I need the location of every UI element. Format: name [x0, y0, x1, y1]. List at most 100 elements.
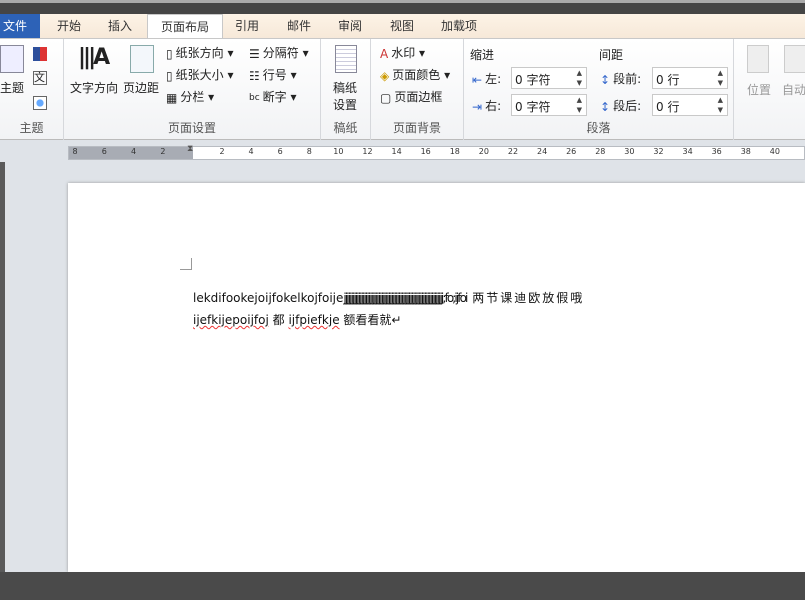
- theme-icon[interactable]: [0, 45, 24, 73]
- breaks-label: 分隔符: [262, 46, 299, 60]
- group-page-setup: |||A 文字方向 页边距 ▯ 纸张方向 ▾ ▯ 纸张大小 ▾ ▦ 分栏 ▾ ☰ 分隔符…: [64, 39, 321, 140]
- group-arrange: 位置 自动: [734, 39, 805, 140]
- theme-fonts-icon[interactable]: 文: [33, 71, 47, 85]
- ruler-tick-label: 2: [160, 147, 166, 156]
- group-paragraph: 缩进 ⇤ 左: 0 字符 ▲ ▼ ⇥ 右: 0 字符 ▲ ▼ 间距 ↕ 段前: 0 行 ▲ ▼ ↕…: [464, 39, 734, 140]
- spinner-arrows-icon[interactable]: ▲ ▼: [577, 68, 582, 88]
- manuscript-button-line1[interactable]: 稿纸: [333, 79, 357, 96]
- page-borders-icon: ▢: [380, 90, 392, 105]
- ruler-tick-label: 20: [478, 147, 489, 156]
- group-label-paragraph: 段落: [586, 121, 611, 135]
- page-color-label: 页面颜色: [392, 68, 441, 82]
- ruler-bar: [68, 146, 805, 160]
- group-manuscript: 稿纸 设置 稿纸: [321, 39, 371, 140]
- hyphenation-label: 断字: [262, 90, 287, 104]
- columns-icon: ▦: [166, 90, 178, 105]
- tab-home[interactable]: 开始: [57, 14, 81, 39]
- ruler-tick-label: 8: [306, 147, 312, 156]
- tab-addins[interactable]: 加载项: [441, 14, 477, 39]
- group-theme: 主题 文 主题: [0, 39, 64, 140]
- doc-line-2: ijefkijepoijfoj 都 ijfpiefkje 额看看就↵: [193, 311, 401, 328]
- size-label: 纸张大小: [175, 68, 224, 82]
- manuscript-icon: [335, 45, 357, 73]
- position-icon: [747, 45, 769, 73]
- tab-page-layout[interactable]: 页面布局: [147, 14, 224, 40]
- group-label-page-setup: 页面设置: [167, 121, 216, 135]
- spinner-arrows-icon[interactable]: ▲ ▼: [718, 68, 723, 88]
- tab-mailings[interactable]: 邮件: [287, 14, 311, 39]
- group-label-theme: 主题: [19, 121, 44, 135]
- document-page[interactable]: lekdifookejoijfokelkojfoijejjjjjjjjjjjjj…: [68, 183, 805, 572]
- horizontal-ruler[interactable]: 8 6 4 2 2 4 6 8 10 12 14 16 18 20 22 24 26 28 30 32 34 36 38 40…: [0, 140, 805, 162]
- indent-left-label: ⇤ 左:: [472, 70, 501, 87]
- manuscript-button-line2[interactable]: 设置: [333, 96, 357, 113]
- group-label-manuscript: 稿纸: [333, 121, 358, 135]
- ruler-tick-label: 32: [653, 147, 664, 156]
- page-color-button[interactable]: ◈ 页面颜色 ▾: [380, 66, 450, 83]
- group-label-page-background: 页面背景: [392, 121, 441, 135]
- columns-button[interactable]: ▦ 分栏 ▾: [166, 88, 214, 105]
- page-borders-button[interactable]: ▢ 页面边框: [380, 88, 442, 105]
- text-run-misspelled: ijfpiefkje: [288, 313, 340, 327]
- ribbon: 主题 文 主题 |||A 文字方向 页边距 ▯ 纸张方向 ▾ ▯ 纸张大小 ▾ ▦ 分…: [0, 38, 805, 140]
- line-numbers-button[interactable]: ☷ 行号 ▾: [249, 66, 297, 83]
- title-bar: [0, 0, 805, 14]
- ruler-tick-label: 24: [537, 147, 548, 156]
- breaks-button[interactable]: ☰ 分隔符 ▾: [249, 44, 309, 61]
- indent-left-value: 0 字符: [515, 73, 551, 87]
- tab-references[interactable]: 引用: [235, 14, 259, 39]
- ruler-tick-label: 14: [391, 147, 402, 156]
- text-run: jjjjjjjjjjjjjjjjjjjjjjjjjjjjjjjjjjjjjjjj…: [343, 291, 468, 305]
- spacing-title: 间距: [599, 48, 624, 62]
- spinner-arrows-icon[interactable]: ▲ ▼: [718, 95, 723, 115]
- indent-left-input[interactable]: 0 字符 ▲ ▼: [511, 67, 587, 89]
- indent-right-input[interactable]: 0 字符 ▲ ▼: [511, 94, 587, 116]
- ruler-tick-label: 10: [333, 147, 344, 156]
- auto-wrap-button[interactable]: 自动: [782, 81, 805, 98]
- indent-marker[interactable]: ⧗: [187, 144, 193, 154]
- tab-file[interactable]: 文件: [0, 14, 40, 39]
- ruler-tick-label: 36: [711, 147, 722, 156]
- text-run: 都: [268, 313, 289, 327]
- spacing-after-icon: ↕: [600, 99, 611, 114]
- spacing-after-value: 0 行: [656, 100, 680, 114]
- tab-review[interactable]: 审阅: [338, 14, 362, 39]
- spacing-after-text: 段后:: [613, 99, 642, 113]
- spacing-after-label: ↕ 段后:: [600, 97, 641, 114]
- indent-right-label: ⇥ 右:: [472, 97, 501, 114]
- spinner-arrows-icon[interactable]: ▲ ▼: [577, 95, 582, 115]
- size-button[interactable]: ▯ 纸张大小 ▾: [166, 66, 233, 83]
- watermark-icon: A: [380, 46, 389, 61]
- margin-corner-mark: [180, 258, 192, 270]
- spacing-before-value: 0 行: [656, 73, 680, 87]
- ruler-tick-label: 30: [624, 147, 635, 156]
- position-button[interactable]: 位置: [747, 81, 771, 98]
- tab-view[interactable]: 视图: [390, 14, 414, 39]
- indent-title: 缩进: [470, 48, 495, 62]
- ruler-tick-label: 6: [101, 147, 107, 156]
- hyphenation-button[interactable]: bc 断字 ▾: [249, 88, 297, 105]
- watermark-button[interactable]: A 水印 ▾: [380, 44, 425, 61]
- hyphenation-icon: bc: [249, 92, 260, 103]
- orientation-button[interactable]: ▯ 纸张方向 ▾: [166, 44, 233, 61]
- columns-label: 分栏: [180, 90, 205, 104]
- tab-insert[interactable]: 插入: [108, 14, 132, 39]
- indent-right-value: 0 字符: [515, 100, 551, 114]
- page-borders-label: 页面边框: [394, 90, 443, 104]
- theme-button[interactable]: 主题: [0, 79, 24, 96]
- spacing-after-input[interactable]: 0 行 ▲ ▼: [652, 94, 728, 116]
- text-run: lekdifookejoijfokelkojfoije: [193, 291, 344, 305]
- theme-effects-icon[interactable]: [33, 96, 47, 110]
- ruler-tick-label: 38: [740, 147, 751, 156]
- spacing-before-input[interactable]: 0 行 ▲ ▼: [652, 67, 728, 89]
- line-numbers-icon: ☷: [249, 68, 260, 83]
- theme-colors-icon[interactable]: [33, 47, 47, 61]
- ruler-tick-label: 12: [362, 147, 373, 156]
- indent-left-icon: ⇤: [472, 72, 483, 87]
- ruler-tick-label: 26: [566, 147, 577, 156]
- ribbon-tabs: 文件 开始 插入 页面布局 引用 邮件 审阅 视图 加载项: [0, 14, 805, 40]
- group-page-background: A 水印 ▾ ◈ 页面颜色 ▾ ▢ 页面边框 页面背景: [371, 39, 464, 140]
- margins-button[interactable]: 页边距: [123, 79, 159, 96]
- text-direction-button[interactable]: 文字方向: [70, 79, 118, 96]
- indent-right-icon: ⇥: [472, 99, 483, 114]
